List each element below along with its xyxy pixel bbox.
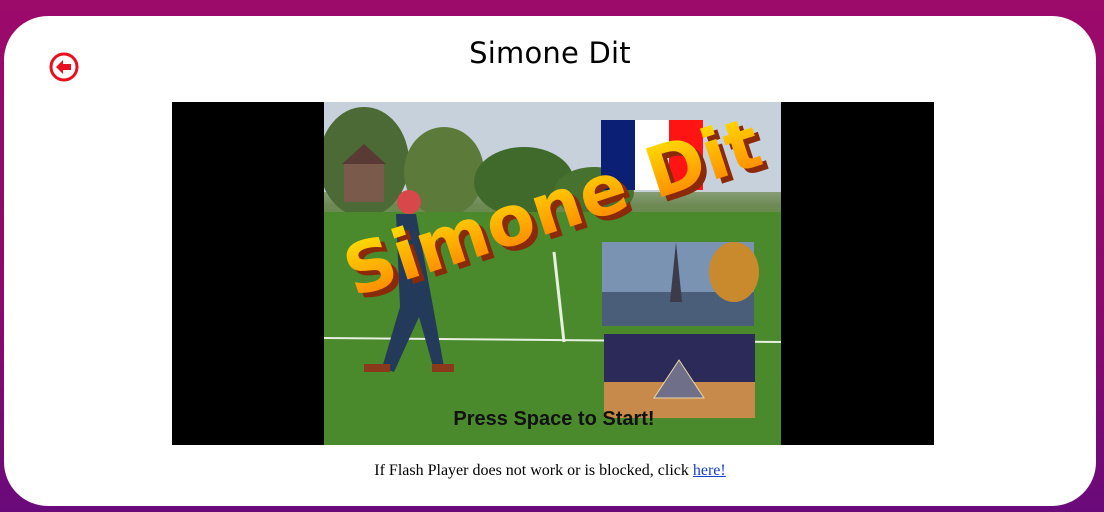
fallback-text: If Flash Player does not work or is bloc…	[374, 462, 693, 479]
start-prompt: Press Space to Start!	[453, 408, 655, 430]
page-title: Simone Dit	[469, 36, 631, 70]
flash-fallback-notice: If Flash Player does not work or is bloc…	[4, 462, 1096, 480]
fallback-link[interactable]: here!	[693, 462, 726, 479]
content-card: Simone Dit Simone Dit Simone Dit Press S…	[4, 16, 1096, 506]
flash-game-player[interactable]: Simone Dit Simone Dit Press Space to Sta…	[172, 102, 934, 445]
game-scene-art: Simone Dit Simone Dit	[324, 102, 781, 445]
game-screen[interactable]: Simone Dit Simone Dit Press Space to Sta…	[324, 102, 781, 445]
